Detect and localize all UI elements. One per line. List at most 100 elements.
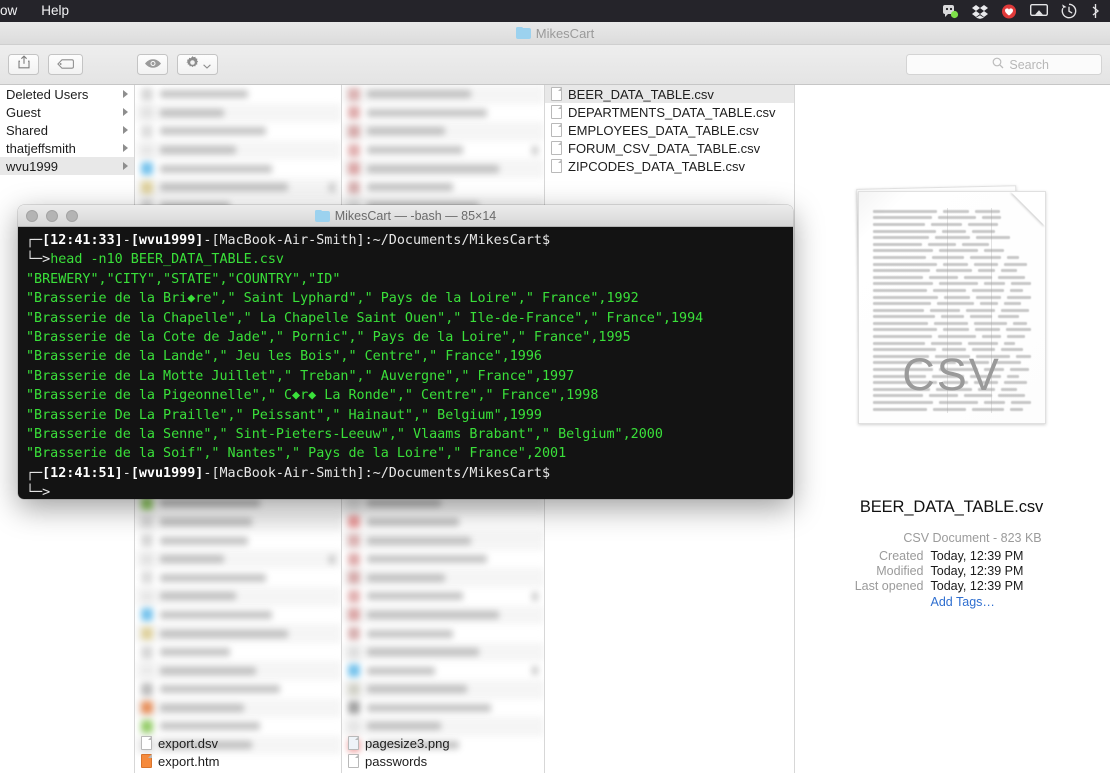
list-item[interactable] [135,643,341,662]
add-tags-link[interactable]: Add Tags… [829,595,1075,609]
list-item[interactable] [135,661,341,680]
list-item[interactable] [135,587,341,606]
list-item[interactable] [342,680,544,699]
quick-look-button[interactable] [137,54,168,75]
list-item[interactable] [342,104,544,123]
file-name [160,685,280,694]
list-item[interactable]: EMPLOYEES_DATA_TABLE.csv [545,121,794,139]
list-item[interactable] [342,717,544,736]
list-item[interactable] [135,122,341,141]
list-item[interactable]: FORUM_CSV_DATA_TABLE.csv [545,139,794,157]
list-item[interactable] [135,717,341,736]
bluetooth-icon[interactable] [1090,3,1101,19]
list-item[interactable] [135,140,341,160]
list-item[interactable] [135,680,341,699]
file-icon [141,719,153,733]
menu-help[interactable]: Help [29,0,81,22]
thumbnail-row [872,340,1037,347]
list-item[interactable]: export.htm [135,752,341,770]
file-icon [141,106,153,120]
airplay-icon[interactable] [1029,3,1049,18]
menu-window[interactable]: ow [0,0,29,22]
file-name [160,164,272,173]
tag-button[interactable] [48,54,83,75]
file-name [367,499,441,508]
list-item[interactable] [342,85,544,104]
list-item[interactable] [342,587,544,606]
search-input[interactable]: Search [906,54,1102,75]
list-item[interactable] [342,513,544,532]
share-button[interactable] [8,54,39,75]
file-icon [348,106,360,120]
file-icon [348,627,360,641]
chat-icon[interactable] [942,4,959,19]
column1-item-label: wvu1999 [6,158,59,174]
list-item[interactable]: Shared [0,121,134,139]
file-name [367,629,453,638]
list-item[interactable] [342,531,544,550]
list-item[interactable] [342,661,544,680]
list-item[interactable] [342,642,544,662]
menu-bar-items: ow Help [0,0,81,22]
list-item-selected[interactable]: BEER_DATA_TABLE.csv [545,85,794,103]
disclosure-arrow-icon [123,90,128,98]
file-icon [141,162,153,176]
list-item[interactable] [342,699,544,718]
list-item[interactable] [135,85,341,104]
thumbnail-row [872,221,1037,228]
thumbnail-row [872,294,1037,301]
column1-item-label: Deleted Users [6,86,89,102]
list-item[interactable] [135,159,341,178]
thumbnail-row [872,234,1037,241]
terminal-output[interactable]: ┌─[12:41:33]-[wvu1999]-[MacBook-Air-Smit… [18,227,793,499]
thumbnail-row [872,307,1037,314]
file-name [160,722,260,731]
list-item[interactable] [342,568,544,588]
list-item[interactable] [342,122,544,141]
action-menu-button[interactable] [177,54,218,75]
list-item[interactable] [342,550,544,569]
file-name [160,703,244,712]
file-icon [141,645,153,659]
list-item[interactable] [135,624,341,643]
list-item[interactable]: pagesize3.png [342,734,544,752]
list-item[interactable] [342,605,544,625]
file-name: FORUM_CSV_DATA_TABLE.csv [568,140,761,156]
file-icon [141,682,153,696]
list-item[interactable] [135,606,341,625]
list-item[interactable] [135,698,341,718]
list-item-selected[interactable]: wvu1999 [0,157,134,175]
file-icon [348,162,360,176]
file-name [160,648,230,657]
list-item[interactable] [342,159,544,178]
time-machine-icon[interactable] [1061,3,1077,19]
list-item[interactable]: Guest [0,103,134,121]
file-name [367,573,445,582]
dropbox-icon[interactable] [972,4,988,19]
finder-window-title: MikesCart [515,26,594,41]
file-icon [141,701,153,715]
heart-shield-icon[interactable] [1001,4,1017,19]
list-item[interactable] [135,177,341,197]
list-item[interactable] [342,141,544,160]
list-item[interactable]: ZIPCODES_DATA_TABLE.csv [545,157,794,175]
terminal-title-bar[interactable]: MikesCart — -bash — 85×14 [18,205,793,227]
list-item[interactable]: thatjeffsmith [0,139,134,157]
list-item[interactable] [342,178,544,197]
list-item[interactable]: passwords [342,752,544,770]
file-icon [141,608,153,622]
list-item[interactable] [342,624,544,643]
list-item[interactable] [135,103,341,123]
file-icon [141,589,153,603]
terminal-window[interactable]: MikesCart — -bash — 85×14 ┌─[12:41:33]-[… [18,205,793,499]
list-item[interactable]: Deleted Users [0,85,134,103]
list-item[interactable] [135,512,341,532]
list-item[interactable] [135,568,341,587]
file-name [367,108,487,117]
file-icon [348,701,360,715]
csv-watermark-label: CSV [902,349,1001,400]
list-item[interactable]: export.dsv [135,734,341,752]
list-item[interactable]: DEPARTMENTS_DATA_TABLE.csv [545,103,794,121]
list-item[interactable] [135,549,341,569]
list-item[interactable] [135,531,341,550]
